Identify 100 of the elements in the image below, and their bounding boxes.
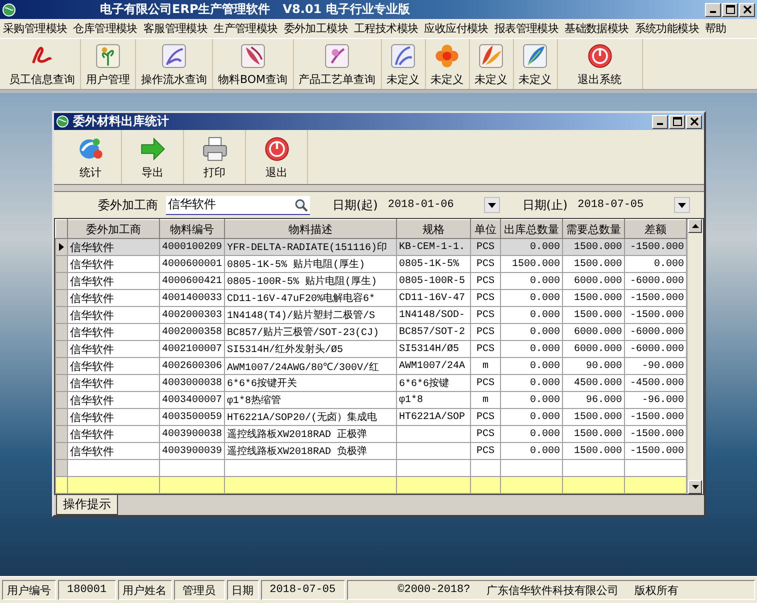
- description-cell: CD11-16V-47uF20%电解电容6*: [224, 290, 397, 306]
- copyright-text: ©2000-2018?: [398, 584, 470, 596]
- menu-item[interactable]: 报表管理模块: [491, 21, 562, 36]
- power-icon: [262, 134, 290, 162]
- table-row[interactable]: 信华软件 4000600001 0805-1K-5% 贴片电阻(厚生) 0805-1K-5% PCS 1500.000 1500.000 0.000: [56, 256, 687, 272]
- toolbar-button[interactable]: 未定义: [514, 39, 558, 89]
- spec-cell: 0805-1K-5%: [396, 256, 471, 272]
- status-label: 用户姓名: [118, 580, 172, 600]
- column-header[interactable]: 委外加工商: [68, 220, 160, 238]
- table-row[interactable]: 信华软件 4000100209 YFR-DELTA-RADIATE(151116)印 KB-CEM-1-1. PCS 0.000 1500.000 -1500.000: [56, 238, 687, 256]
- menu-item[interactable]: 仓库管理模块: [70, 21, 140, 36]
- column-header[interactable]: 规格: [396, 220, 471, 238]
- menu-item[interactable]: 生产管理模块: [210, 21, 281, 36]
- tab[interactable]: 操作提示: [56, 495, 118, 515]
- quantity-cell: 1500.000: [500, 256, 563, 272]
- close-icon: [690, 117, 698, 126]
- minimize-button[interactable]: [652, 114, 668, 128]
- unit-cell: PCS: [470, 408, 501, 426]
- toolbar-button[interactable]: 员工信息查询: [4, 39, 81, 89]
- close-button[interactable]: [739, 2, 755, 16]
- toolbar-button[interactable]: 未定义: [426, 39, 470, 89]
- menu-item[interactable]: 帮助: [702, 21, 730, 36]
- maximize-button[interactable]: [669, 114, 685, 128]
- toolbar-button[interactable]: 打印: [184, 130, 246, 184]
- table-row[interactable]: 信华软件 4001400033 CD11-16V-47uF20%电解电容6* CD11-16V-47 PCS 0.000 1500.000 -1500.000: [56, 290, 687, 306]
- vertical-scrollbar[interactable]: [687, 219, 702, 494]
- quantity-cell: 1500.000: [562, 256, 625, 272]
- column-header[interactable]: 需要总数量: [562, 220, 625, 238]
- quantity-cell: 0.000: [500, 290, 563, 306]
- toolbar-button[interactable]: 操作流水查询: [136, 39, 213, 89]
- maximize-icon: [672, 117, 682, 126]
- table-row[interactable]: 信华软件 4002000303 1N4148(T4)/贴片塑封二极管/S 1N4148/SOD- PCS 0.000 1500.000 -1500.000: [56, 306, 687, 324]
- description-cell: 6*6*6按键开关: [224, 374, 397, 392]
- vendor-cell: 信华软件: [68, 358, 160, 374]
- globe-icon: [56, 115, 69, 128]
- vendor-cell: 信华软件: [68, 392, 160, 408]
- menu-item[interactable]: 工程技术模块: [351, 21, 422, 36]
- code-cell: 4002100007: [160, 340, 225, 358]
- code-cell: 4003400007: [160, 392, 225, 408]
- code-cell: 4003000038: [160, 374, 225, 392]
- quantity-cell: 1500.000: [562, 426, 625, 442]
- toolbar-button[interactable]: 用户管理: [81, 39, 136, 89]
- toolbar-button[interactable]: 物料BOM查询: [213, 39, 294, 89]
- close-button[interactable]: [686, 114, 702, 128]
- menu-item[interactable]: 应收应付模块: [421, 21, 492, 36]
- toolbar-button[interactable]: 未定义: [470, 39, 514, 89]
- quantity-cell: 0.000: [500, 238, 563, 256]
- spec-cell: BC857/SOT-2: [396, 324, 471, 340]
- quantity-cell: 6000.000: [562, 324, 625, 340]
- column-header[interactable]: 物料描述: [224, 220, 397, 238]
- toolbar-button[interactable]: 产品工艺单查询: [294, 39, 382, 89]
- table-row[interactable]: 信华软件 4003400007 φ1*8热缩管 φ1*8 m 0.000 96.000 -96.000: [56, 392, 687, 408]
- search-icon[interactable]: [294, 198, 308, 212]
- code-cell: 4000100209: [160, 238, 225, 256]
- copyright-text: 版权所有: [634, 582, 678, 598]
- menu-item[interactable]: 采购管理模块: [0, 21, 70, 36]
- quantity-cell: 6000.000: [562, 272, 625, 290]
- table-row[interactable]: 信华软件 4003000038 6*6*6按键开关 6*6*6按键 PCS 0.000 4500.000 -4500.000: [56, 374, 687, 392]
- printer-icon: [200, 134, 228, 162]
- date-field[interactable]: 2018-07-05: [576, 196, 692, 214]
- toolbar-button[interactable]: 导出: [122, 130, 184, 184]
- maximize-icon: [726, 5, 734, 14]
- table-row[interactable]: 信华软件 4003500059 HT6221A/SOP20/(无卤）集成电 HT6221A/SOP PCS 0.000 1500.000 -1500.000: [56, 408, 687, 426]
- table-row[interactable]: 信华软件 4003900038 遥控线路板XW2018RAD 正极弹 PCS 0.000 1500.000 -1500.000: [56, 426, 687, 442]
- column-header[interactable]: 单位: [470, 220, 501, 238]
- unit-cell: PCS: [470, 256, 501, 272]
- swirl-icon: [160, 42, 188, 70]
- column-header[interactable]: 出库总数量: [500, 220, 563, 238]
- globe-icon: [2, 2, 16, 16]
- date-field[interactable]: 2018-01-06: [386, 196, 502, 214]
- dropdown-button[interactable]: [484, 197, 500, 213]
- menu-item[interactable]: 客服管理模块: [140, 21, 211, 36]
- toolbar-button[interactable]: 退出系统: [558, 39, 643, 89]
- table-row[interactable]: 信华软件 4002000358 BC857/贴片三极管/SOT-23(CJ) BC857/SOT-2 PCS 0.000 6000.000 -6000.000: [56, 324, 687, 340]
- unit-cell: PCS: [470, 374, 501, 392]
- description-cell: HT6221A/SOP20/(无卤）集成电: [224, 408, 397, 426]
- menu-item[interactable]: 基础数据模块: [562, 21, 632, 36]
- menu-item[interactable]: 系统功能模块: [632, 21, 702, 36]
- status-label: 用户编号: [2, 580, 56, 600]
- table-row[interactable]: 信华软件 4000600421 0805-100R-5% 贴片电阻(厚生) 0805-100R-5 PCS 0.000 6000.000 -6000.000: [56, 272, 687, 290]
- column-header[interactable]: 物料编号: [160, 220, 225, 238]
- toolbar-button[interactable]: 未定义: [382, 39, 426, 89]
- dropdown-button[interactable]: [674, 197, 690, 213]
- toolbar-button[interactable]: 统计: [60, 130, 122, 184]
- table-row[interactable]: 信华软件 4003900039 遥控线路板XW2018RAD 负极弹 PCS 0.000 1500.000 -1500.000: [56, 442, 687, 460]
- table-row[interactable]: 信华软件 4002100007 SI5314H/红外发射头/Ø5 SI5314H/Ø5 PCS 0.000 6000.000 -6000.000: [56, 340, 687, 358]
- menu-item[interactable]: 委外加工模块: [280, 21, 352, 36]
- minimize-button[interactable]: [705, 2, 721, 16]
- spec-cell: 0805-100R-5: [396, 272, 471, 290]
- quantity-cell: 0.000: [500, 306, 563, 324]
- flower-icon: [433, 42, 462, 70]
- table-row[interactable]: 信华软件 4002600306 AWM1007/24AWG/80℃/300V/红 AWM1007/24A m 0.000 90.000 -90.000: [56, 358, 687, 374]
- toolbar-button[interactable]: 退出: [246, 130, 308, 184]
- vendor-field[interactable]: 信华软件: [166, 196, 310, 214]
- spec-cell: φ1*8: [396, 392, 471, 408]
- column-header[interactable]: 差额: [624, 220, 687, 238]
- caret-icon: [678, 202, 686, 208]
- maximize-button[interactable]: [722, 2, 738, 16]
- down-arrow-icon: [692, 485, 699, 489]
- quantity-cell: 4500.000: [562, 374, 625, 392]
